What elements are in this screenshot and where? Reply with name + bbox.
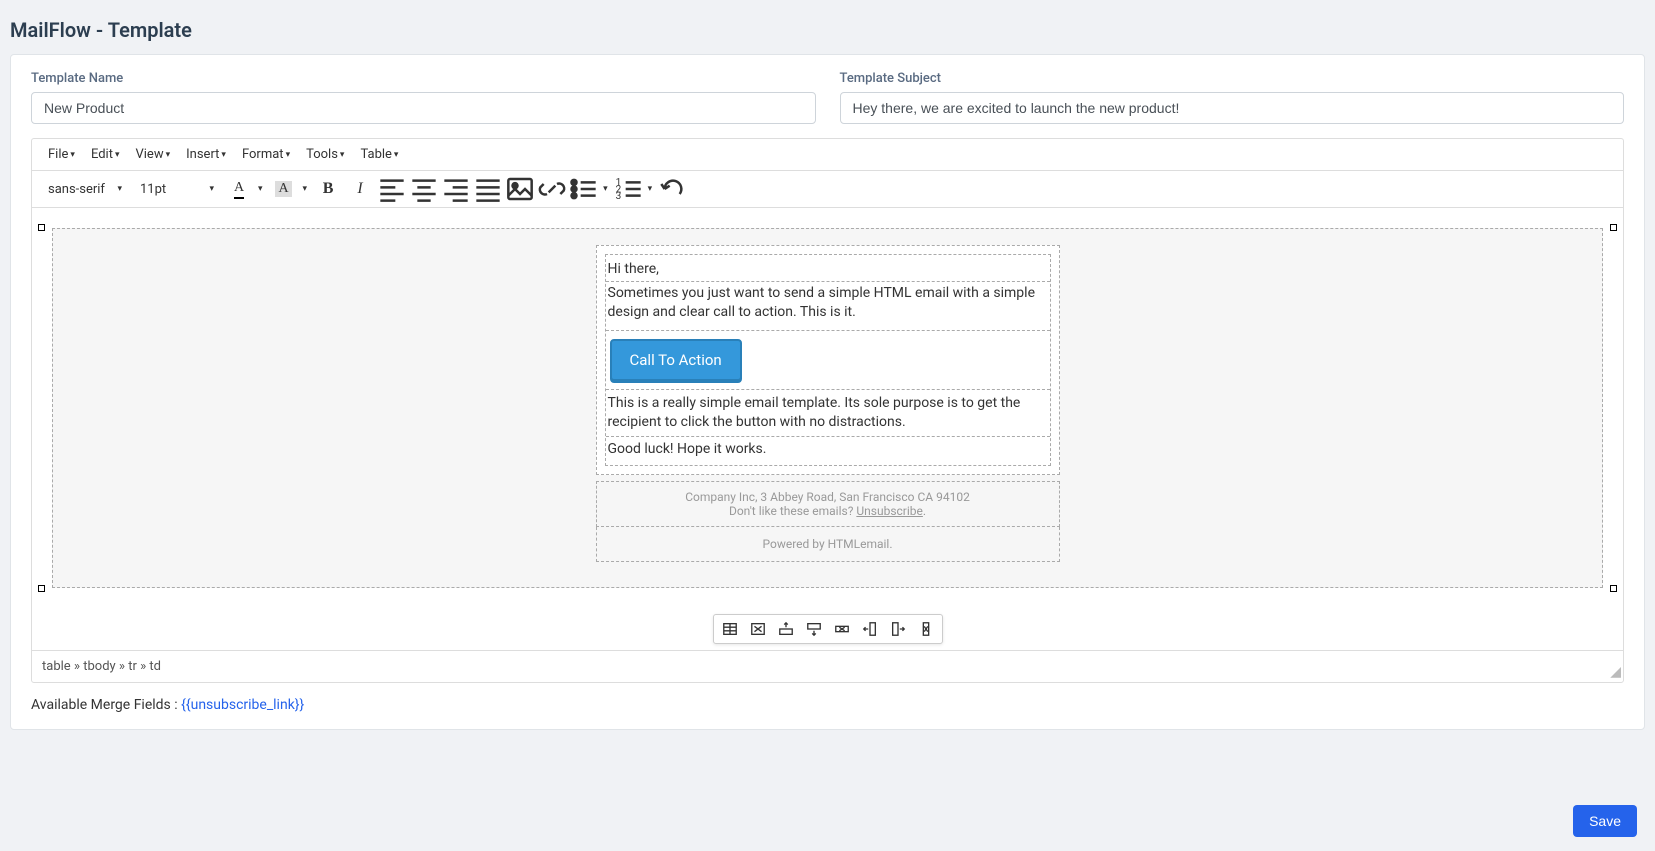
rich-text-editor: File▾ Edit▾ View▾ Insert▾ Format▾ Tools▾… [31, 138, 1624, 683]
bullet-list-dropdown[interactable]: ▾ [599, 184, 612, 194]
page-title: MailFlow - Template [10, 10, 1645, 54]
merge-fields-row: Available Merge Fields : {{unsubscribe_l… [31, 697, 1624, 713]
email-footer-bot[interactable]: Powered by HTMLemail. [596, 527, 1060, 562]
email-outer-table[interactable]: Hi there, Sometimes you just want to sen… [52, 228, 1603, 588]
menu-edit[interactable]: Edit▾ [83, 141, 128, 168]
menu-tools[interactable]: Tools▾ [298, 141, 352, 168]
email-desc[interactable]: This is a really simple email template. … [606, 390, 1050, 437]
save-button[interactable]: Save [1573, 805, 1637, 837]
number-list-button[interactable]: 123 [614, 175, 644, 203]
editor-status-bar: table » tbody » tr » td ◢ [32, 650, 1623, 682]
menu-table[interactable]: Table▾ [352, 141, 406, 168]
font-size-select[interactable]: 11pt▾ [132, 178, 222, 201]
menu-view[interactable]: View▾ [127, 141, 178, 168]
col-before-icon[interactable] [856, 617, 884, 641]
font-family-select[interactable]: sans-serif▾ [40, 178, 130, 201]
template-name-input[interactable] [31, 92, 816, 124]
row-after-icon[interactable] [800, 617, 828, 641]
selection-handle-tl[interactable] [38, 224, 45, 231]
table-delete-icon[interactable] [744, 617, 772, 641]
email-intro[interactable]: Sometimes you just want to send a simple… [606, 282, 1050, 331]
selection-handle-bl[interactable] [38, 585, 45, 592]
email-inner-wrap[interactable]: Hi there, Sometimes you just want to sen… [596, 245, 1060, 475]
align-right-button[interactable] [441, 175, 471, 203]
svg-text:3: 3 [615, 191, 621, 202]
align-justify-button[interactable] [473, 175, 503, 203]
editor-canvas[interactable]: Hi there, Sometimes you just want to sen… [32, 208, 1623, 608]
col-delete-icon[interactable] [912, 617, 940, 641]
editor-menubar: File▾ Edit▾ View▾ Insert▾ Format▾ Tools▾… [32, 139, 1623, 171]
menu-file[interactable]: File▾ [40, 141, 83, 168]
resize-grip-icon[interactable]: ◢ [1610, 664, 1621, 680]
align-left-button[interactable] [377, 175, 407, 203]
selection-handle-tr[interactable] [1610, 224, 1617, 231]
template-subject-label: Template Subject [840, 71, 1625, 86]
breadcrumb-path[interactable]: table » tbody » tr » td [42, 659, 161, 674]
bullet-list-button[interactable] [569, 175, 599, 203]
editor-toolbar: sans-serif▾ 11pt▾ A ▾ A ▾ B I [32, 171, 1623, 208]
email-footer-top[interactable]: Company Inc, 3 Abbey Road, San Francisco… [596, 481, 1060, 527]
bold-button[interactable]: B [313, 175, 343, 203]
email-greeting[interactable]: Hi there, [606, 255, 1050, 282]
align-center-button[interactable] [409, 175, 439, 203]
template-card: Template Name Template Subject File▾ Edi… [10, 54, 1645, 730]
selection-handle-br[interactable] [1610, 585, 1617, 592]
template-name-label: Template Name [31, 71, 816, 86]
table-floating-toolbar [32, 608, 1623, 650]
template-subject-input[interactable] [840, 92, 1625, 124]
merge-field-link[interactable]: {{unsubscribe_link}} [181, 697, 304, 713]
bg-color-button[interactable]: A [269, 175, 299, 203]
menu-format[interactable]: Format▾ [234, 141, 298, 168]
link-icon[interactable] [537, 175, 567, 203]
table-props-icon[interactable] [716, 617, 744, 641]
unsubscribe-link[interactable]: Unsubscribe [856, 504, 923, 518]
menu-insert[interactable]: Insert▾ [178, 141, 234, 168]
cta-button[interactable]: Call To Action [610, 339, 742, 381]
bg-color-dropdown[interactable]: ▾ [299, 184, 312, 194]
row-before-icon[interactable] [772, 617, 800, 641]
image-icon[interactable] [505, 175, 535, 203]
text-color-dropdown[interactable]: ▾ [254, 184, 267, 194]
undo-icon[interactable] [658, 175, 688, 203]
row-delete-icon[interactable] [828, 617, 856, 641]
col-after-icon[interactable] [884, 617, 912, 641]
text-color-button[interactable]: A [224, 175, 254, 203]
email-luck[interactable]: Good luck! Hope it works. [606, 437, 1050, 465]
italic-button[interactable]: I [345, 175, 375, 203]
number-list-dropdown[interactable]: ▾ [644, 184, 657, 194]
